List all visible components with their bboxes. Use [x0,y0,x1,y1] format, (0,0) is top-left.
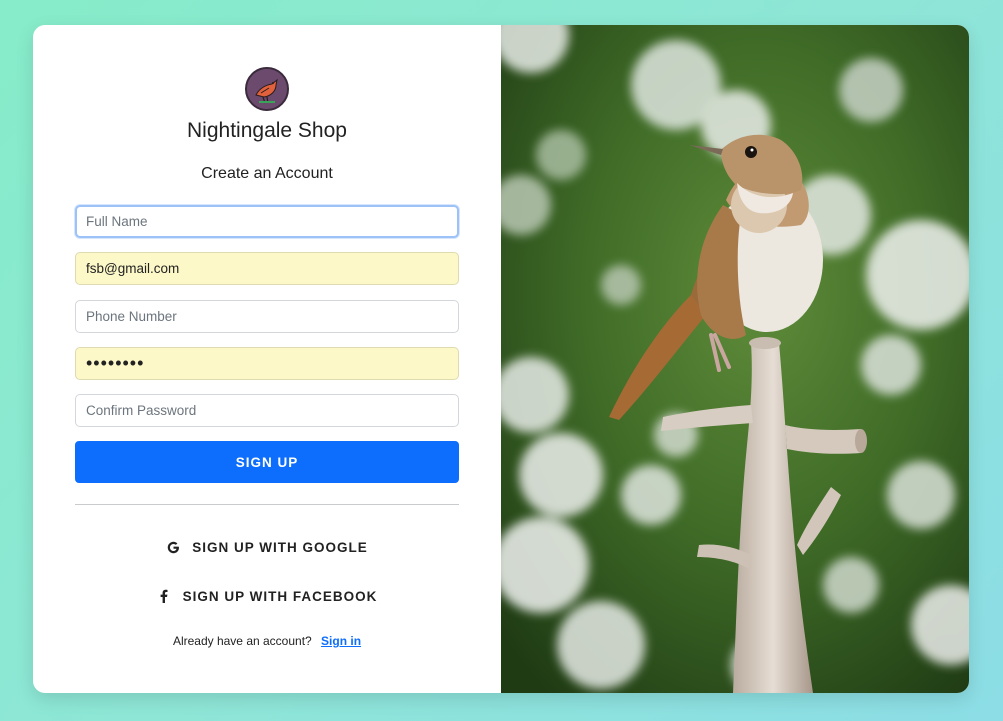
nightingale-photo [501,25,969,693]
brand-name: Nightingale Shop [187,119,347,142]
google-icon [166,540,180,554]
email-input[interactable] [75,252,459,285]
sign-in-link[interactable]: Sign in [321,634,361,648]
signup-card: Nightingale Shop Create an Account SIGN … [33,25,969,693]
facebook-signup-label: SIGN UP WITH FACEBOOK [182,588,378,604]
facebook-icon [157,589,171,603]
sign-up-button[interactable]: SIGN UP [75,441,459,483]
google-signup-label: SIGN UP WITH GOOGLE [192,539,368,555]
confirm-password-input[interactable] [75,394,459,427]
google-signup-button[interactable]: SIGN UP WITH GOOGLE [33,535,501,559]
signup-form-panel: Nightingale Shop Create an Account SIGN … [33,25,501,693]
password-input[interactable] [75,347,459,380]
divider [75,504,459,505]
signin-prompt: Already have an account? Sign in [33,634,501,648]
form-title: Create an Account [201,165,333,182]
facebook-signup-button[interactable]: SIGN UP WITH FACEBOOK [33,584,501,608]
signin-prompt-text: Already have an account? [172,634,312,648]
phone-number-input[interactable] [75,300,459,333]
nightingale-logo-icon [245,67,289,111]
full-name-input[interactable] [75,205,459,238]
